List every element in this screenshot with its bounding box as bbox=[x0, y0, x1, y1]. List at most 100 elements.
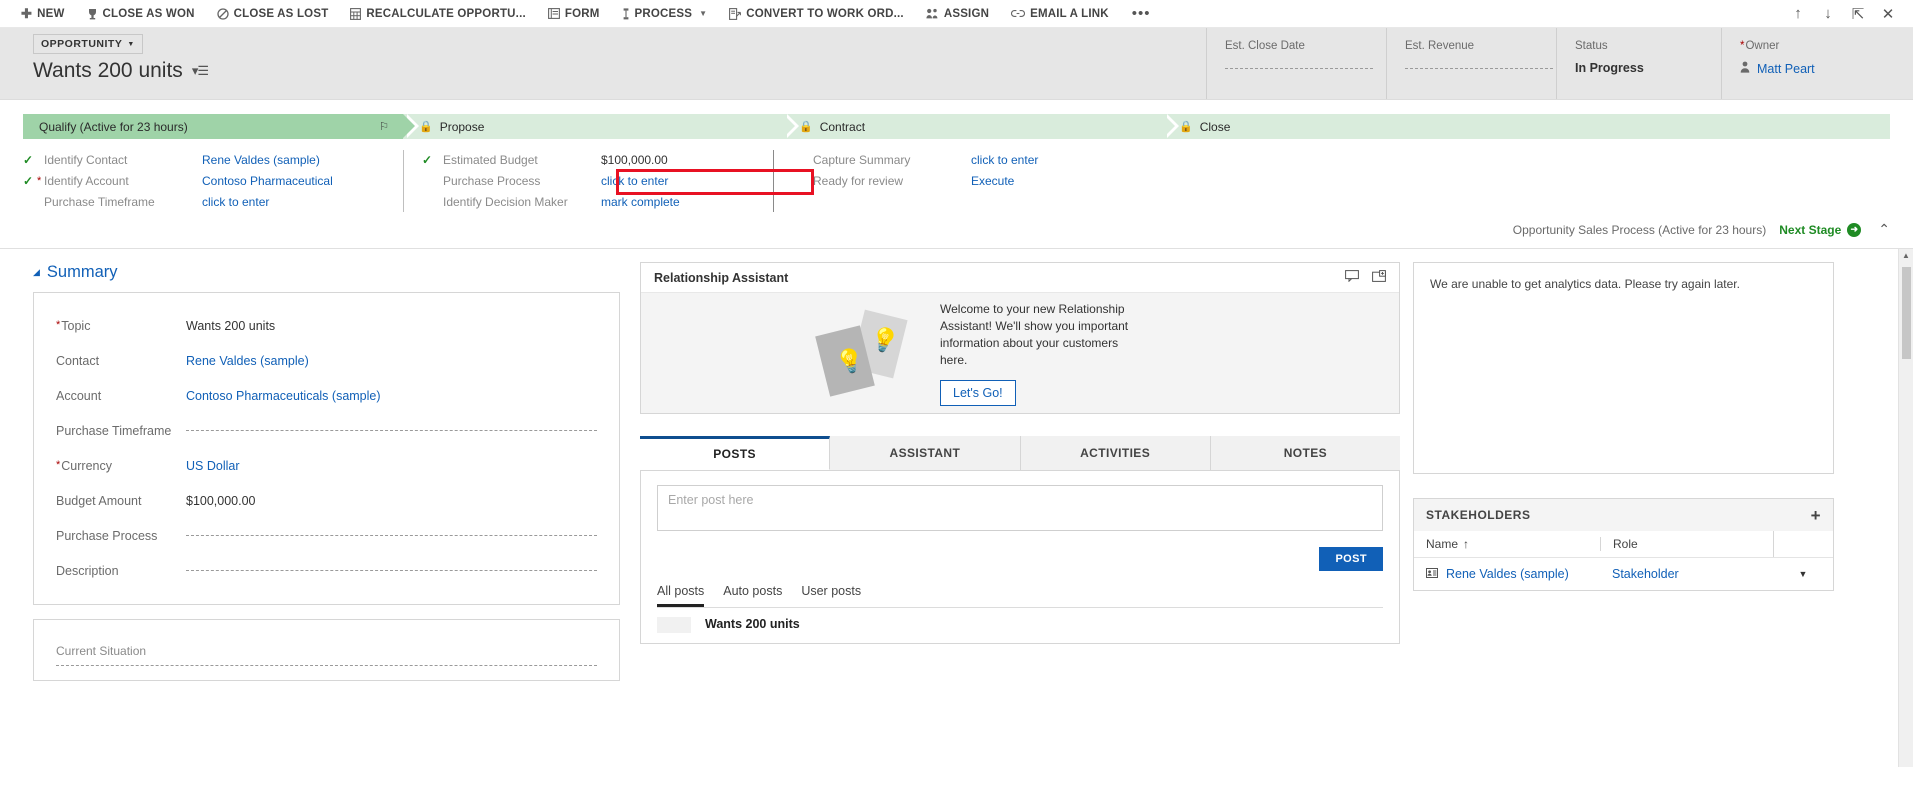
stakeholder-name-cell[interactable]: Rene Valdes (sample) bbox=[1414, 567, 1600, 581]
step-identify-contact[interactable]: ✓ Identify Contact Rene Valdes (sample) bbox=[23, 150, 385, 170]
post-input[interactable] bbox=[657, 485, 1383, 531]
current-situation-input[interactable] bbox=[56, 665, 597, 666]
flag-icon: ⚐ bbox=[379, 121, 389, 133]
sort-ascending-icon: ↑ bbox=[1463, 537, 1470, 551]
header-field-est-close-date[interactable]: Est. Close Date bbox=[1206, 28, 1386, 99]
step-capture-summary[interactable]: Capture Summary click to enter bbox=[792, 150, 1038, 170]
scrollbar-thumb[interactable] bbox=[1901, 267, 1911, 359]
step-purchase-timeframe[interactable]: Purchase Timeframe click to enter bbox=[23, 192, 385, 212]
command-assign[interactable]: ASSIGN bbox=[915, 0, 1000, 28]
stage-propose[interactable]: 🔒 Propose bbox=[403, 114, 799, 139]
list-item[interactable]: Wants 200 units bbox=[657, 608, 1383, 633]
header-field-label: Status bbox=[1575, 40, 1608, 52]
entity-name: OPPORTUNITY bbox=[41, 38, 123, 50]
field-value-account[interactable]: Contoso Pharmaceuticals (sample) bbox=[186, 389, 597, 403]
add-stakeholder-icon[interactable]: + bbox=[1811, 507, 1821, 524]
entity-selector[interactable]: OPPORTUNITY ▼ bbox=[33, 34, 143, 54]
stakeholder-name-link[interactable]: Rene Valdes (sample) bbox=[1446, 567, 1569, 581]
field-value-topic[interactable]: Wants 200 units bbox=[186, 319, 597, 333]
post-button[interactable]: POST bbox=[1319, 547, 1383, 571]
command-convert-to-work-order[interactable]: CONVERT TO WORK ORD... bbox=[718, 0, 915, 28]
command-new[interactable]: ✚ NEW bbox=[10, 0, 76, 28]
assistant-welcome-block: Welcome to your new Relationship Assista… bbox=[940, 301, 1140, 406]
command-process[interactable]: PROCESS ▼ bbox=[611, 0, 719, 28]
stage-label: Close bbox=[1199, 119, 1231, 134]
scroll-up-icon[interactable]: ▲ bbox=[1902, 251, 1910, 265]
step-value[interactable]: click to enter bbox=[202, 195, 269, 209]
step-identify-account[interactable]: ✓ * Identify Account Contoso Pharmaceuti… bbox=[23, 171, 385, 191]
section-header-summary[interactable]: ◢ Summary bbox=[33, 263, 620, 282]
filter-auto-posts[interactable]: Auto posts bbox=[723, 584, 782, 607]
field-value-budget-amount[interactable]: $100,000.00 bbox=[186, 494, 597, 508]
tab-assistant[interactable]: ASSISTANT bbox=[830, 436, 1021, 470]
step-ready-for-review[interactable]: Ready for review Execute bbox=[792, 171, 1038, 191]
step-value[interactable]: Contoso Pharmaceutical bbox=[202, 174, 333, 188]
section-title-label: Summary bbox=[46, 263, 118, 281]
comment-icon[interactable] bbox=[1345, 270, 1359, 285]
popout-icon[interactable]: ⇱ bbox=[1843, 0, 1873, 28]
record-menu-icon[interactable]: ▾☰ bbox=[192, 63, 209, 79]
column-header-actions bbox=[1773, 531, 1833, 557]
filter-user-posts[interactable]: User posts bbox=[801, 584, 861, 607]
field-value-empty[interactable] bbox=[186, 430, 597, 431]
row-menu-icon[interactable]: ▼ bbox=[1773, 569, 1833, 579]
header-field-owner: *Owner Matt Peart bbox=[1721, 28, 1913, 99]
command-close-as-won[interactable]: CLOSE AS WON bbox=[76, 0, 206, 28]
analytics-message: We are unable to get analytics data. Ple… bbox=[1430, 277, 1740, 291]
assistant-cards-illustration: 💡 💡 bbox=[815, 308, 912, 398]
command-overflow-button[interactable]: ••• bbox=[1120, 6, 1163, 21]
step-value[interactable]: click to enter bbox=[601, 174, 668, 188]
field-label: Contact bbox=[56, 353, 100, 368]
field-row-budget-amount: Budget Amount $100,000.00 bbox=[56, 483, 597, 518]
tab-activities[interactable]: ACTIVITIES bbox=[1020, 436, 1211, 470]
vertical-scrollbar[interactable]: ▲ bbox=[1898, 249, 1913, 767]
field-value-currency[interactable]: US Dollar bbox=[186, 459, 597, 473]
field-value-empty[interactable] bbox=[186, 570, 597, 571]
summary-card: * Topic Wants 200 units Contact Rene Vald… bbox=[33, 292, 620, 605]
step-value[interactable]: $100,000.00 bbox=[601, 153, 668, 167]
filter-all-posts[interactable]: All posts bbox=[657, 584, 705, 607]
field-value-empty[interactable] bbox=[186, 535, 597, 536]
next-record-icon[interactable]: ↓ bbox=[1813, 0, 1843, 28]
command-recalculate-opportunity[interactable]: RECALCULATE OPPORTU... bbox=[339, 0, 536, 28]
close-icon[interactable]: ✕ bbox=[1873, 0, 1903, 28]
next-stage-button[interactable]: Next Stage ➜ bbox=[1779, 222, 1862, 237]
summary-column: ◢ Summary * Topic Wants 200 units Contact… bbox=[0, 249, 640, 767]
table-row[interactable]: Rene Valdes (sample) Stakeholder ▼ bbox=[1414, 558, 1833, 590]
step-estimated-budget[interactable]: ✓ Estimated Budget $100,000.00 bbox=[422, 150, 755, 170]
step-value[interactable]: click to enter bbox=[971, 153, 1038, 167]
owner-link[interactable]: Matt Peart bbox=[1757, 62, 1815, 76]
command-email-a-link[interactable]: EMAIL A LINK bbox=[1000, 0, 1120, 28]
previous-record-icon[interactable]: ↑ bbox=[1783, 0, 1813, 28]
lets-go-button[interactable]: Let's Go! bbox=[940, 379, 1016, 406]
tab-posts[interactable]: POSTS bbox=[640, 436, 831, 470]
analytics-panel: We are unable to get analytics data. Ple… bbox=[1413, 262, 1834, 474]
header-fields: Est. Close Date Est. Revenue Status In P… bbox=[1206, 28, 1913, 99]
command-form[interactable]: FORM bbox=[537, 0, 611, 28]
step-purchase-process[interactable]: Purchase Process click to enter bbox=[422, 171, 755, 191]
column-header-role[interactable]: Role bbox=[1600, 537, 1773, 551]
field-value-contact[interactable]: Rene Valdes (sample) bbox=[186, 354, 597, 368]
stage-contract[interactable]: 🔒 Contract bbox=[783, 114, 1179, 139]
add-card-icon[interactable] bbox=[1372, 270, 1386, 285]
step-value[interactable]: mark complete bbox=[601, 195, 680, 209]
stage-close[interactable]: 🔒 Close bbox=[1163, 114, 1890, 139]
header-field-est-revenue[interactable]: Est. Revenue bbox=[1386, 28, 1556, 99]
step-value-execute[interactable]: Execute bbox=[971, 174, 1014, 188]
business-process-flow: Qualify (Active for 23 hours) ⚐ 🔒 Propos… bbox=[0, 100, 1913, 248]
field-label: Description bbox=[56, 563, 119, 578]
collapse-process-icon[interactable]: ⌃ bbox=[1874, 221, 1890, 238]
stakeholders-header: STAKEHOLDERS + bbox=[1414, 499, 1833, 531]
prohibited-icon bbox=[216, 7, 229, 20]
command-close-as-lost[interactable]: CLOSE AS LOST bbox=[206, 0, 340, 28]
tab-notes[interactable]: NOTES bbox=[1210, 436, 1400, 470]
post-filters: All posts Auto posts User posts bbox=[657, 584, 1383, 607]
chevron-down-icon: ▼ bbox=[699, 9, 708, 18]
step-value[interactable]: Rene Valdes (sample) bbox=[202, 153, 320, 167]
step-identify-decision-maker[interactable]: Identify Decision Maker mark complete bbox=[422, 192, 755, 212]
column-header-name[interactable]: Name ↑ bbox=[1414, 537, 1600, 551]
stakeholder-role-link[interactable]: Stakeholder bbox=[1600, 567, 1773, 581]
form-scroll-area: ◢ Summary * Topic Wants 200 units Contact… bbox=[0, 249, 1898, 767]
stage-qualify[interactable]: Qualify (Active for 23 hours) ⚐ bbox=[23, 114, 419, 139]
command-label: ASSIGN bbox=[943, 7, 990, 20]
